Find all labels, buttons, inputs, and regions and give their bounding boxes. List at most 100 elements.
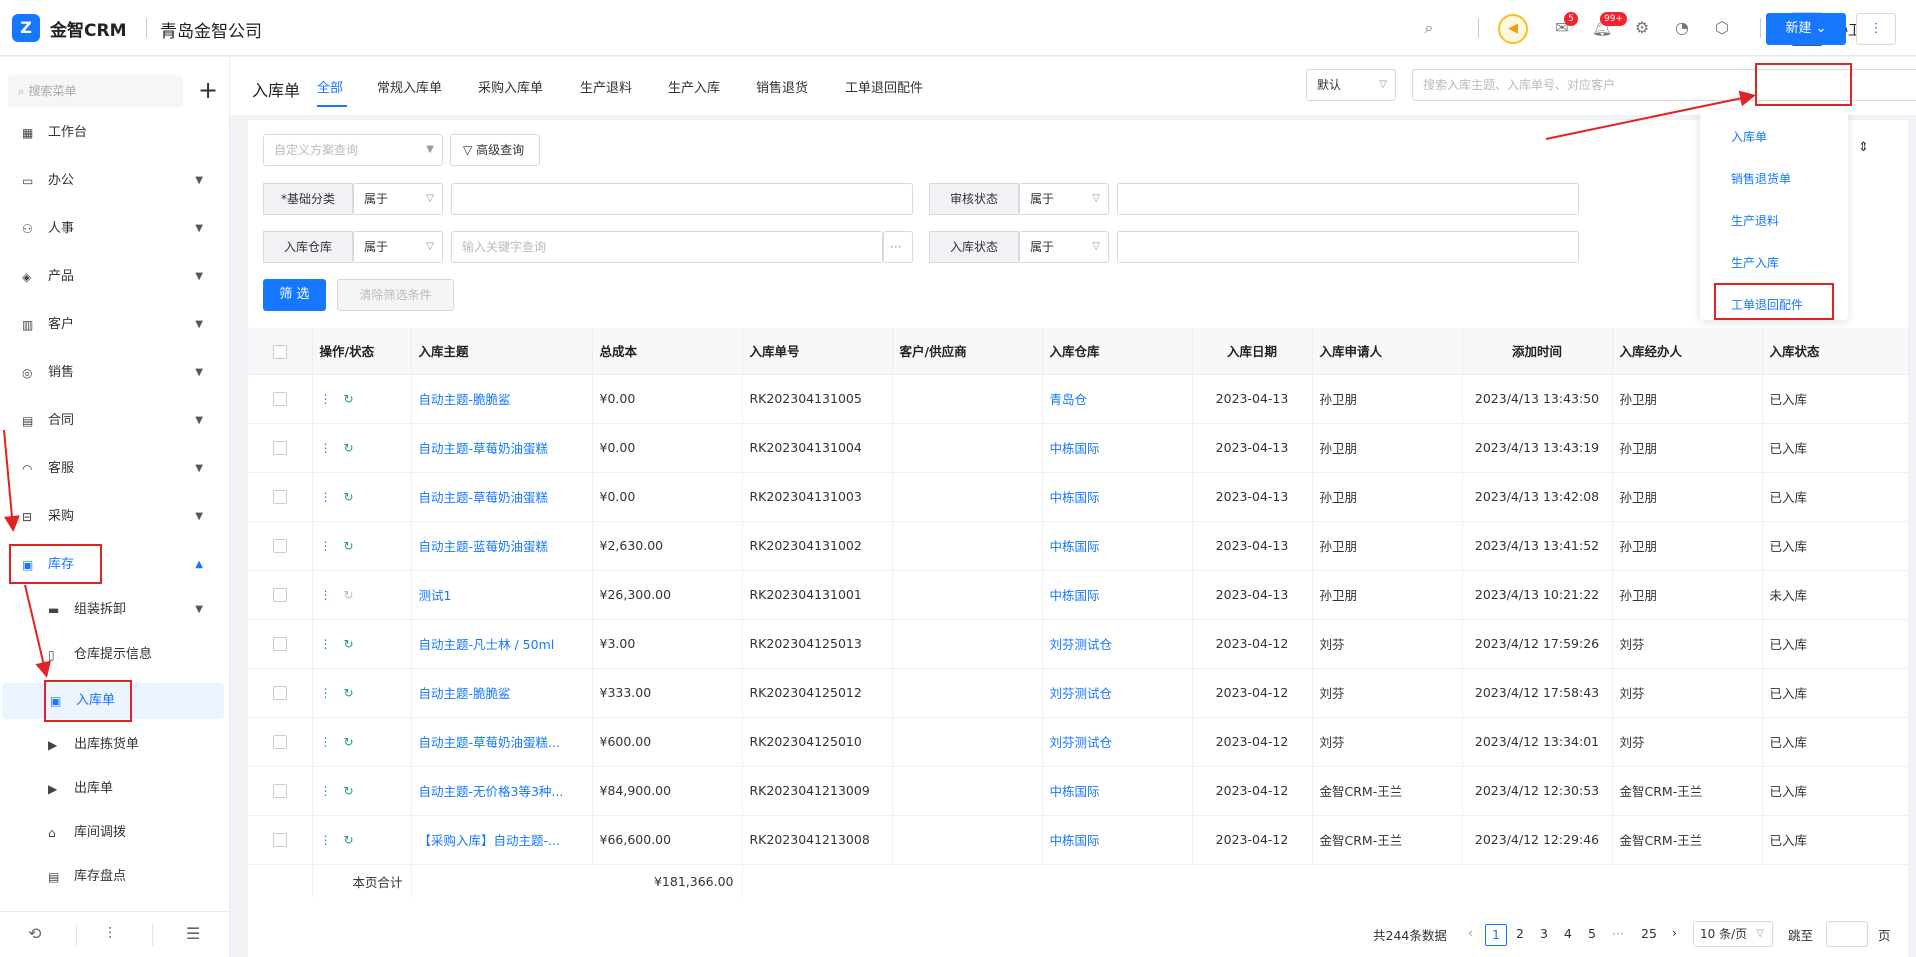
cell-warehouse[interactable]: 中栋国际 (1042, 570, 1193, 620)
status-icon[interactable]: ↻ (344, 686, 354, 700)
collapse-menu-icon[interactable]: ☰ (186, 924, 200, 943)
checkbox[interactable] (272, 490, 287, 505)
checkbox[interactable] (272, 344, 287, 359)
more-options-icon[interactable]: ··· (883, 231, 913, 263)
row-actions[interactable]: ⋮ ↻ (312, 815, 412, 865)
more-vertical-icon[interactable]: ⋮ (320, 588, 332, 602)
row-actions[interactable]: ⋮ ↻ (312, 717, 412, 767)
tab-production-inbound[interactable]: 生产入库 (668, 77, 720, 96)
cell-warehouse[interactable]: 刘芬测试仓 (1042, 619, 1193, 669)
menu-item-production-return[interactable]: 生产退料 (1731, 212, 1779, 229)
checkbox[interactable] (272, 833, 287, 848)
status-icon[interactable]: ↻ (344, 735, 354, 749)
cell-subject[interactable]: 自动主题-凡士林 / 50ml (411, 619, 593, 669)
advanced-query-button[interactable]: ▽ 高级查询 (450, 134, 540, 166)
page-number[interactable]: 1 (1485, 924, 1507, 946)
cube-icon[interactable]: ⬡ (1712, 18, 1732, 38)
row-checkbox[interactable] (248, 815, 313, 865)
menu-search-input[interactable]: ⌕ 搜索菜单 (8, 75, 183, 107)
row-checkbox[interactable] (248, 766, 313, 816)
column-header[interactable]: 入库经办人 (1612, 328, 1763, 375)
tab-production-return[interactable]: 生产退料 (580, 77, 632, 96)
clear-filter-button[interactable]: 清除筛选条件 (337, 279, 454, 311)
more-vertical-icon[interactable]: ⋮ (320, 637, 332, 651)
cell-subject[interactable]: 自动主题-无价格3等3种... (411, 766, 593, 816)
sidebar-item-office[interactable]: ▭ 办公 ▼ (0, 163, 229, 199)
filter-input-inbound-status[interactable] (1117, 231, 1579, 263)
status-icon[interactable]: ↻ (344, 833, 354, 847)
filter-op-audit-status[interactable]: 属于 ▽ (1019, 183, 1109, 215)
cell-warehouse[interactable]: 中栋国际 (1042, 423, 1193, 473)
checkbox[interactable] (272, 588, 287, 603)
sidebar-item-outbound[interactable]: ▶ 出库单 (0, 771, 229, 807)
cell-subject[interactable]: 自动主题-脆脆鲨 (411, 374, 593, 424)
checkbox[interactable] (272, 735, 287, 750)
checkbox[interactable] (272, 686, 287, 701)
page-number[interactable]: 5 (1581, 924, 1603, 946)
status-icon[interactable]: ↻ (344, 637, 354, 651)
row-actions[interactable]: ⋮ ↻ (312, 423, 412, 473)
sidebar-item-picking[interactable]: ▶ 出库拣货单 (0, 727, 229, 763)
page-number[interactable]: 4 (1557, 924, 1579, 946)
new-button[interactable]: 新建 ⌄ (1766, 13, 1846, 45)
checkbox[interactable] (272, 392, 287, 407)
tab-all[interactable]: 全部 (317, 77, 343, 96)
table-row[interactable]: ⋮ ↻ 自动主题-无价格3等3种... ¥84,900.00 RK20230412130… (248, 766, 1909, 816)
row-actions[interactable]: ⋮ ↻ (312, 619, 412, 669)
column-header[interactable]: 入库仓库 (1042, 328, 1193, 375)
menu-item-sales-return[interactable]: 销售退货单 (1731, 170, 1791, 187)
cell-subject[interactable]: 自动主题-草莓奶油蛋糕 (411, 472, 593, 522)
status-icon[interactable]: ↻ (344, 539, 354, 553)
column-header[interactable]: 入库主题 (411, 328, 593, 375)
column-header[interactable]: 总成本 (592, 328, 743, 375)
row-checkbox[interactable] (248, 374, 313, 424)
sort-icon[interactable]: ⇕ (1858, 140, 1869, 155)
cell-warehouse[interactable]: 中栋国际 (1042, 472, 1193, 522)
filter-button[interactable]: 筛 选 (263, 279, 326, 311)
row-checkbox[interactable] (248, 521, 313, 571)
cell-warehouse[interactable]: 刘芬测试仓 (1042, 668, 1193, 718)
history-icon[interactable]: ⟲ (28, 924, 41, 943)
table-row[interactable]: ⋮ ↻ 自动主题-脆脆鲨 ¥0.00 RK202304131005 青岛仓 2023-04-… (248, 374, 1909, 424)
row-actions[interactable]: ⋮ ↻ (312, 668, 412, 718)
tab-workorder-parts[interactable]: 工单退回配件 (845, 77, 923, 96)
sidebar-item-sales[interactable]: ◎ 销售 ▼ (0, 355, 229, 391)
sliders-icon[interactable]: ⫶ (108, 924, 112, 944)
view-select[interactable]: 默认 ▽ (1306, 69, 1396, 101)
sidebar-item-workbench[interactable]: ▦ 工作台 (0, 115, 229, 151)
table-row[interactable]: ⋮ ↻ 自动主题-草莓奶油蛋糕 ¥0.00 RK202304131004 中栋国际 2023… (248, 423, 1909, 473)
row-checkbox[interactable] (248, 472, 313, 522)
more-vertical-icon[interactable]: ⋮ (320, 392, 332, 406)
row-checkbox[interactable] (248, 570, 313, 620)
column-header[interactable]: 添加时间 (1462, 328, 1613, 375)
checkbox[interactable] (272, 637, 287, 652)
cell-warehouse[interactable]: 中栋国际 (1042, 521, 1193, 571)
filter-input-warehouse[interactable]: 输入关键字查询 (451, 231, 883, 263)
row-checkbox[interactable] (248, 619, 313, 669)
page-number[interactable]: 2 (1509, 924, 1531, 946)
prev-page-icon[interactable]: ‹ (1468, 925, 1473, 940)
tab-purchase-inbound[interactable]: 采购入库单 (478, 77, 543, 96)
column-header[interactable]: 入库状态 (1762, 328, 1909, 375)
row-actions[interactable]: ⋮ ↻ (312, 570, 412, 620)
cell-subject[interactable]: 自动主题-草莓奶油蛋糕... (411, 717, 593, 767)
table-row[interactable]: ⋮ ↻ 测试1 ¥26,300.00 RK202304131001 中栋国际 2023-04… (248, 570, 1909, 620)
status-icon[interactable]: ↻ (344, 588, 354, 602)
page-size-select[interactable]: 10 条/页 ▽ (1693, 921, 1773, 947)
menu-item-inbound[interactable]: 入库单 (1731, 128, 1767, 145)
company-name[interactable]: 青岛金智公司 (160, 17, 262, 42)
checkbox[interactable] (272, 539, 287, 554)
sidebar-item-service[interactable]: ◠ 客服 ▼ (0, 451, 229, 487)
more-vertical-icon[interactable]: ⋮ (320, 784, 332, 798)
settings-icon[interactable]: ⚙ (1632, 18, 1652, 38)
table-row[interactable]: ⋮ ↻ 自动主题-脆脆鲨 ¥333.00 RK202304125012 刘芬测试仓 2023… (248, 668, 1909, 718)
more-vertical-icon[interactable]: ⋮ (320, 441, 332, 455)
status-icon[interactable]: ↻ (344, 392, 354, 406)
more-vertical-icon[interactable]: ⋮ (320, 686, 332, 700)
sidebar-item-hr[interactable]: ⚇ 人事 ▼ (0, 211, 229, 247)
filter-op-inbound-status[interactable]: 属于 ▽ (1019, 231, 1109, 263)
sidebar-item-product[interactable]: ◈ 产品 ▼ (0, 259, 229, 295)
column-header[interactable]: 入库申请人 (1312, 328, 1463, 375)
cell-warehouse[interactable]: 青岛仓 (1042, 374, 1193, 424)
row-actions[interactable]: ⋮ ↻ (312, 374, 412, 424)
